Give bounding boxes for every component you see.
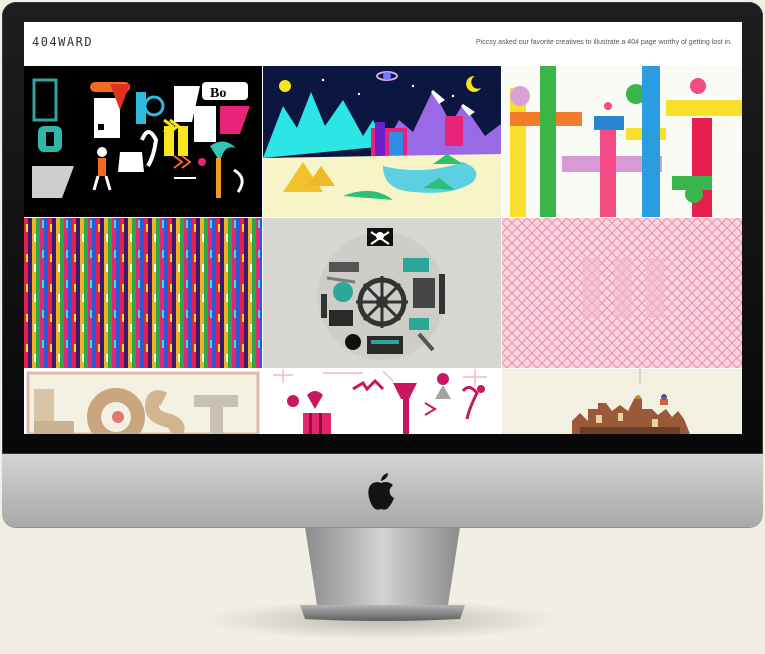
- lost-letters-illustration: [26, 371, 260, 434]
- mountain-landscape-illustration: [263, 71, 501, 217]
- gallery-tile-city-collage[interactable]: Bo: [24, 66, 262, 217]
- imac-mockup: 404WARD Piccsy asked our favorite creati…: [0, 0, 765, 654]
- gallery-tile-pirate-circle[interactable]: [263, 218, 501, 368]
- pirate-circle-illustration: [318, 228, 446, 360]
- gallery-tile-mountain-landscape[interactable]: [263, 66, 501, 217]
- gallery-tile-color-bars[interactable]: [502, 66, 742, 217]
- pink-pattern-illustration: [502, 218, 742, 368]
- skyline-ellipse-illustration: [572, 369, 690, 434]
- svg-text:Bo: Bo: [210, 86, 226, 101]
- gallery-tile-pattern-stripes[interactable]: [24, 218, 262, 368]
- city-collage-illustration: Bo: [32, 78, 250, 198]
- color-bars-illustration: [510, 66, 742, 217]
- site-tagline: Piccsy asked our favorite creatives to i…: [475, 39, 732, 46]
- site-logo[interactable]: 404WARD: [32, 35, 93, 49]
- site-header: 404WARD Piccsy asked our favorite creati…: [24, 22, 742, 66]
- monitor-stand: [300, 527, 465, 621]
- pattern-stripes-illustration: [24, 218, 262, 368]
- map-icons-illustration: [273, 369, 487, 434]
- gallery-tile-pink-pattern[interactable]: [502, 218, 742, 368]
- gallery-grid: Bo: [24, 66, 742, 434]
- gallery-tile-map-icons[interactable]: [263, 369, 501, 434]
- screen: 404WARD Piccsy asked our favorite creati…: [24, 22, 742, 434]
- gallery-tile-skyline-ellipse[interactable]: [502, 369, 742, 434]
- gallery-tile-lost-letters[interactable]: [24, 369, 262, 434]
- apple-logo-icon: [368, 473, 394, 510]
